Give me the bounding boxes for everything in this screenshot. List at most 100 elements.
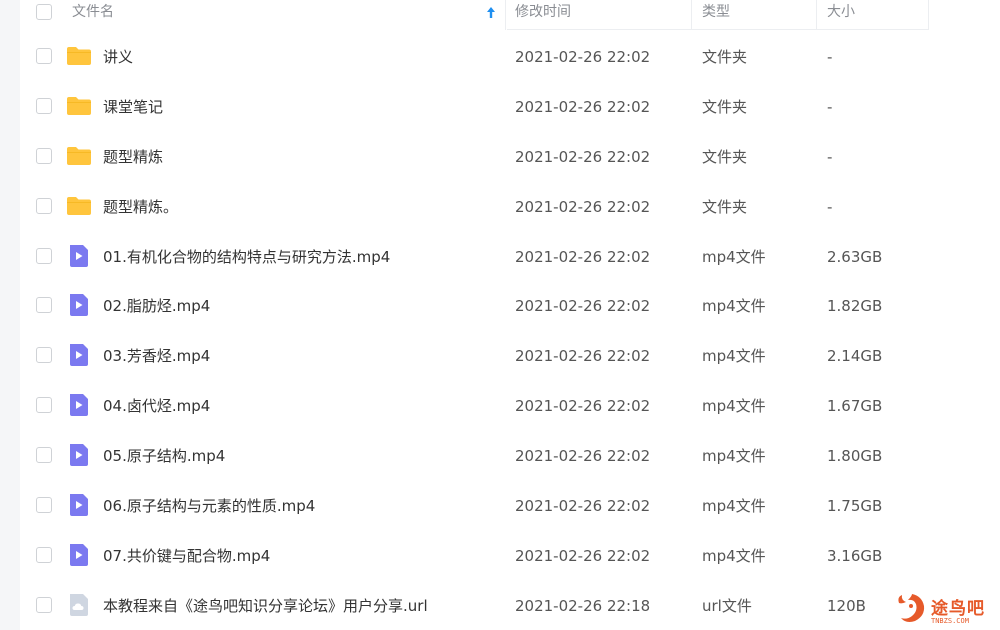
row-checkbox[interactable] [36, 297, 52, 314]
column-divider [928, 0, 929, 30]
file-modified: 2021-02-26 22:02 [515, 447, 651, 466]
row-checkbox[interactable] [36, 347, 52, 364]
file-size: 3.16GB [827, 546, 883, 565]
video-file-icon [70, 244, 88, 267]
link-file-icon [70, 593, 88, 616]
video-file-icon [70, 344, 88, 367]
file-modified: 2021-02-26 22:02 [515, 397, 651, 416]
left-gutter [0, 0, 20, 630]
row-checkbox[interactable] [36, 596, 52, 613]
file-rows: 讲义 2021-02-26 22:02 文件夹 - 课堂笔记 2021-02-2… [20, 32, 1000, 630]
table-row[interactable]: 06.原子结构与元素的性质.mp4 2021-02-26 22:02 mp4文件… [20, 481, 1000, 531]
arrow-up-icon[interactable] [484, 5, 498, 21]
file-name[interactable]: 本教程来自《途鸟吧知识分享论坛》用户分享.url [103, 581, 428, 630]
row-checkbox[interactable] [36, 197, 52, 214]
file-size: - [827, 97, 833, 116]
file-modified: 2021-02-26 22:02 [515, 347, 651, 366]
folder-icon [67, 47, 91, 65]
file-name[interactable]: 02.脂肪烃.mp4 [103, 281, 210, 331]
file-name[interactable]: 03.芳香烃.mp4 [103, 331, 210, 381]
column-divider [505, 0, 506, 30]
file-modified: 2021-02-26 22:18 [515, 596, 651, 615]
file-type: 文件夹 [702, 97, 748, 116]
row-checkbox[interactable] [36, 247, 52, 264]
file-type: mp4文件 [702, 397, 766, 416]
file-size: - [827, 147, 833, 166]
file-list: 文件名 修改时间 类型 大小 讲义 2021-02-26 22:02 文件夹 -… [20, 0, 1000, 630]
file-name[interactable]: 题型精炼 [103, 132, 163, 182]
table-row[interactable]: 课堂笔记 2021-02-26 22:02 文件夹 - [20, 82, 1000, 132]
file-type: mp4文件 [702, 247, 766, 266]
column-divider [816, 0, 817, 30]
file-size: 2.63GB [827, 247, 883, 266]
column-header-type[interactable]: 类型 [702, 0, 816, 26]
watermark: 途鸟吧 TNBZS.COM [895, 588, 1000, 630]
file-type: mp4文件 [702, 347, 766, 366]
video-file-icon [70, 294, 88, 317]
table-row[interactable]: 03.芳香烃.mp4 2021-02-26 22:02 mp4文件 2.14GB [20, 331, 1000, 381]
file-type: mp4文件 [702, 297, 766, 316]
file-size: - [827, 197, 833, 216]
row-checkbox[interactable] [36, 546, 52, 563]
watermark-text: 途鸟吧 [931, 599, 985, 619]
file-name[interactable]: 题型精炼。 [103, 182, 178, 232]
table-row[interactable]: 题型精炼 2021-02-26 22:02 文件夹 - [20, 132, 1000, 182]
file-modified: 2021-02-26 22:02 [515, 197, 651, 216]
file-name[interactable]: 课堂笔记 [103, 82, 163, 132]
folder-icon [67, 196, 91, 215]
file-name[interactable]: 04.卤代烃.mp4 [103, 381, 210, 431]
file-size: 2.14GB [827, 347, 883, 366]
table-row[interactable]: 题型精炼。 2021-02-26 22:02 文件夹 - [20, 182, 1000, 232]
video-file-icon [70, 543, 88, 566]
row-checkbox[interactable] [36, 97, 52, 114]
row-checkbox[interactable] [36, 397, 52, 414]
file-name[interactable]: 01.有机化合物的结构特点与研究方法.mp4 [103, 232, 390, 282]
table-row[interactable]: 05.原子结构.mp4 2021-02-26 22:02 mp4文件 1.80G… [20, 431, 1000, 481]
bird-logo-icon [898, 594, 925, 622]
folder-icon [67, 146, 91, 165]
file-type: mp4文件 [702, 497, 766, 516]
header-divider [507, 29, 928, 30]
table-row[interactable]: 01.有机化合物的结构特点与研究方法.mp4 2021-02-26 22:02 … [20, 232, 1000, 282]
file-type: 文件夹 [702, 197, 748, 216]
column-divider [691, 0, 692, 30]
file-modified: 2021-02-26 22:02 [515, 97, 651, 116]
file-name[interactable]: 06.原子结构与元素的性质.mp4 [103, 481, 315, 531]
column-header-name[interactable]: 文件名 [72, 0, 505, 26]
table-row[interactable]: 本教程来自《途鸟吧知识分享论坛》用户分享.url 2021-02-26 22:1… [20, 581, 1000, 630]
file-type: url文件 [702, 596, 752, 615]
file-size: 1.75GB [827, 497, 883, 516]
file-type: 文件夹 [702, 48, 748, 66]
file-size: 1.67GB [827, 397, 883, 416]
file-type: 文件夹 [702, 147, 748, 166]
file-size: - [827, 48, 833, 66]
video-file-icon [70, 444, 88, 467]
table-row[interactable]: 04.卤代烃.mp4 2021-02-26 22:02 mp4文件 1.67GB [20, 381, 1000, 431]
file-size: 120B [827, 596, 866, 615]
file-name[interactable]: 07.共价键与配合物.mp4 [103, 531, 270, 581]
file-type: mp4文件 [702, 447, 766, 466]
table-row[interactable]: 02.脂肪烃.mp4 2021-02-26 22:02 mp4文件 1.82GB [20, 281, 1000, 331]
row-checkbox[interactable] [36, 147, 52, 164]
select-all-checkbox[interactable] [36, 4, 52, 20]
file-size: 1.82GB [827, 297, 883, 316]
table-row[interactable]: 讲义 2021-02-26 22:02 文件夹 - [20, 32, 1000, 82]
row-checkbox[interactable] [36, 497, 52, 514]
file-modified: 2021-02-26 22:02 [515, 147, 651, 166]
column-header-size[interactable]: 大小 [827, 0, 928, 26]
row-checkbox[interactable] [36, 447, 52, 464]
file-modified: 2021-02-26 22:02 [515, 297, 651, 316]
watermark-subtext: TNBZS.COM [931, 617, 969, 625]
file-name[interactable]: 05.原子结构.mp4 [103, 431, 225, 481]
column-header-modified[interactable]: 修改时间 [515, 0, 691, 26]
file-name[interactable]: 讲义 [103, 32, 133, 82]
file-modified: 2021-02-26 22:02 [515, 48, 651, 66]
table-row[interactable]: 07.共价键与配合物.mp4 2021-02-26 22:02 mp4文件 3.… [20, 531, 1000, 581]
file-size: 1.80GB [827, 447, 883, 466]
file-type: mp4文件 [702, 546, 766, 565]
video-file-icon [70, 494, 88, 517]
file-modified: 2021-02-26 22:02 [515, 497, 651, 516]
row-checkbox[interactable] [36, 48, 52, 64]
list-header: 文件名 修改时间 类型 大小 [20, 0, 1000, 30]
folder-icon [67, 96, 91, 115]
